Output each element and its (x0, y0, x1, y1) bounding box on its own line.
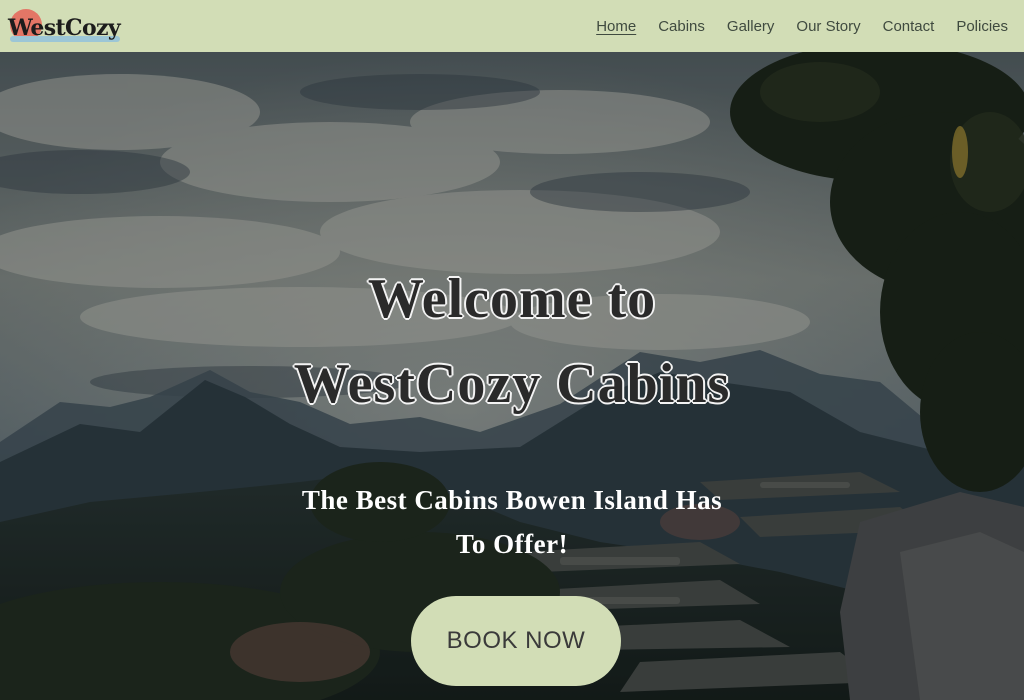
main-nav: Home Cabins Gallery Our Story Contact Po… (574, 16, 1008, 37)
site-header: WestCozy Home Cabins Gallery Our Story C… (0, 0, 1024, 52)
hero-title-line-1: Welcome to (367, 268, 657, 330)
hero-subtitle: The Best Cabins Bowen Island Has To Offe… (0, 478, 1024, 566)
nav-link-gallery[interactable]: Gallery (727, 16, 775, 37)
nav-link-policies[interactable]: Policies (956, 16, 1008, 37)
logo-text: WestCozy (8, 15, 121, 41)
hero-title: Welcome to WestCozy Cabins (0, 257, 1024, 427)
nav-link-home[interactable]: Home (596, 16, 636, 37)
nav-link-contact[interactable]: Contact (883, 16, 935, 37)
hero-subtitle-line-2: To Offer! (455, 529, 569, 559)
nav-link-cabins[interactable]: Cabins (658, 16, 705, 37)
hero-title-line-2: WestCozy Cabins (293, 353, 731, 415)
hero-subtitle-line-1: The Best Cabins Bowen Island Has (301, 485, 723, 515)
brand-logo[interactable]: WestCozy (6, 6, 121, 46)
nav-link-our-story[interactable]: Our Story (796, 16, 860, 37)
book-now-button[interactable]: BOOK NOW (411, 596, 621, 686)
